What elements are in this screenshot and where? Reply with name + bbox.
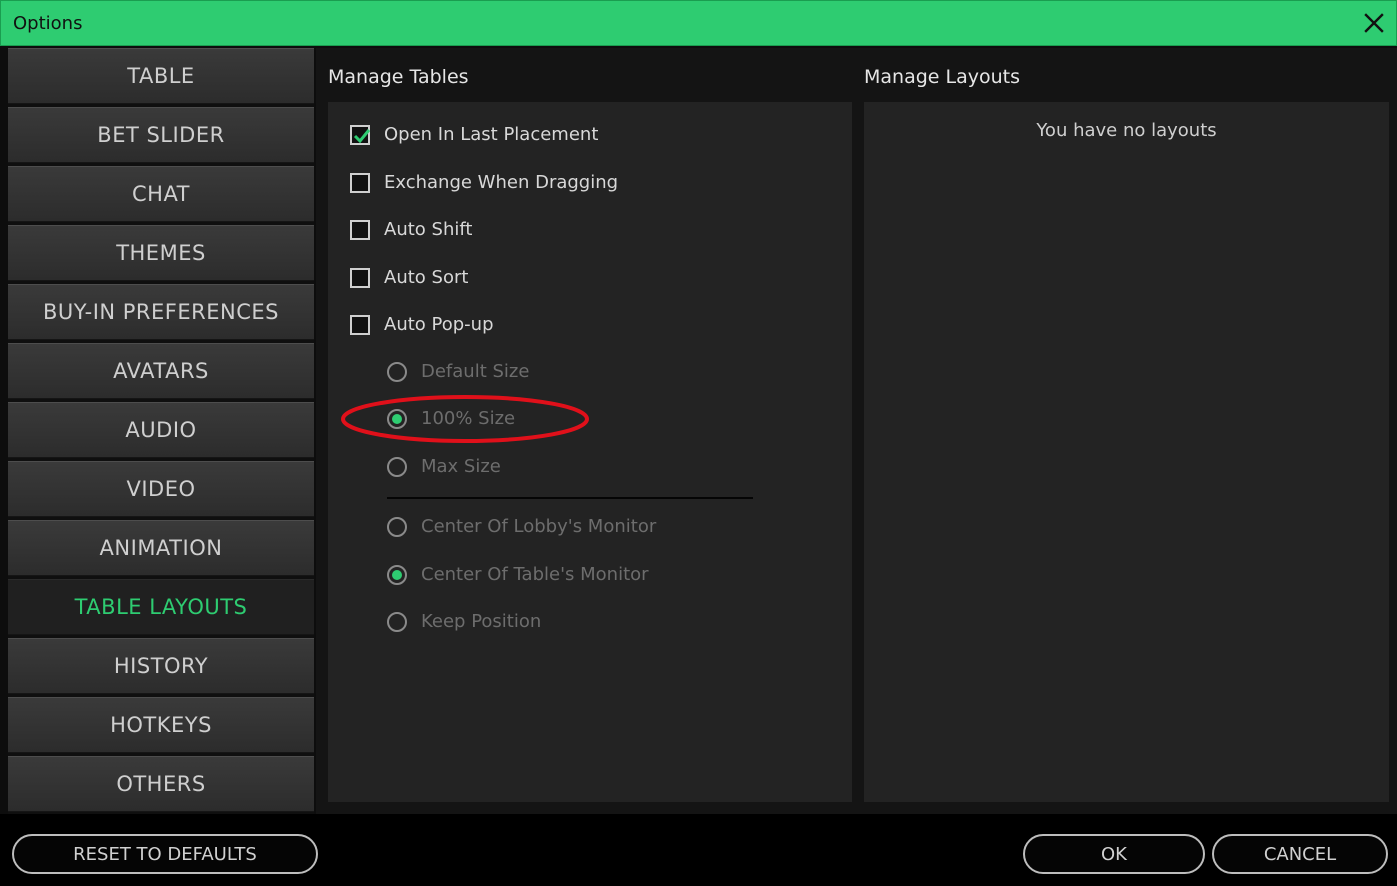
option-label: Open In Last Placement xyxy=(384,124,599,145)
auto-sort-option[interactable]: Auto Sort xyxy=(350,267,468,288)
no-layouts-message: You have no layouts xyxy=(1036,120,1217,141)
option-label: Max Size xyxy=(421,456,501,477)
sidebar-item-history[interactable]: HISTORY xyxy=(8,638,314,694)
100-percent-size-radio[interactable] xyxy=(387,408,407,429)
auto-shift-checkbox[interactable] xyxy=(350,219,370,240)
sidebar-item-video[interactable]: VIDEO xyxy=(8,461,314,517)
options-divider xyxy=(387,497,753,499)
sidebar-item-chat[interactable]: CHAT xyxy=(8,166,314,222)
center-of-lobbys-monitor-radio[interactable] xyxy=(387,516,407,537)
sidebar-item-hotkeys[interactable]: HOTKEYS xyxy=(8,697,314,753)
sidebar-item-label: CHAT xyxy=(131,182,191,206)
sidebar-item-label: BUY-IN PREFERENCES xyxy=(43,300,279,324)
option-label: Exchange When Dragging xyxy=(384,172,619,193)
keep-position-radio[interactable] xyxy=(387,611,407,632)
max-size-option[interactable]: Max Size xyxy=(387,456,501,477)
sidebar-item-animation[interactable]: ANIMATION xyxy=(8,520,314,576)
sidebar-item-label: HISTORY xyxy=(113,654,209,678)
sidebar-item-buy-in-preferences[interactable]: BUY-IN PREFERENCES xyxy=(8,284,314,340)
option-label: Auto Pop-up xyxy=(384,314,494,335)
default-size-option[interactable]: Default Size xyxy=(387,361,529,382)
options-sidebar: TABLE BET SLIDER CHAT THEMES BUY-IN PREF… xyxy=(8,48,314,814)
100-percent-size-option[interactable]: 100% Size xyxy=(387,408,515,429)
auto-pop-up-checkbox[interactable] xyxy=(350,314,370,335)
open-in-last-placement-option[interactable]: Open In Last Placement xyxy=(350,124,598,145)
sidebar-item-label: AVATARS xyxy=(113,359,209,383)
manage-tables-panel xyxy=(328,102,852,802)
default-size-radio[interactable] xyxy=(387,361,407,382)
option-label: Keep Position xyxy=(421,611,542,632)
option-label: Default Size xyxy=(421,361,530,382)
sidebar-item-label: ANIMATION xyxy=(99,536,223,560)
option-label: Center Of Lobby's Monitor xyxy=(421,516,657,537)
window-title: Options xyxy=(13,13,83,34)
center-of-lobbys-monitor-option[interactable]: Center Of Lobby's Monitor xyxy=(387,516,656,537)
cancel-button[interactable]: CANCEL xyxy=(1212,834,1388,874)
sidebar-item-label: THEMES xyxy=(116,241,206,265)
option-label: Auto Shift xyxy=(384,219,473,240)
keep-position-option[interactable]: Keep Position xyxy=(387,611,541,632)
sidebar-item-label: OTHERS xyxy=(116,772,206,796)
auto-shift-option[interactable]: Auto Shift xyxy=(350,219,472,240)
auto-sort-checkbox[interactable] xyxy=(350,267,370,288)
checkmark-icon xyxy=(353,128,371,143)
manage-tables-title: Manage Tables xyxy=(328,66,469,88)
open-in-last-placement-checkbox[interactable] xyxy=(350,124,371,145)
sidebar-item-label: HOTKEYS xyxy=(110,713,212,737)
sidebar-item-label: BET SLIDER xyxy=(97,123,225,147)
ok-button[interactable]: OK xyxy=(1023,834,1205,874)
options-content: Manage Tables Manage Layouts You have no… xyxy=(316,48,1397,814)
close-icon xyxy=(1364,13,1384,33)
sidebar-item-others[interactable]: OTHERS xyxy=(8,756,314,812)
center-of-tables-monitor-option[interactable]: Center Of Table's Monitor xyxy=(387,564,649,585)
dialog-footer: RESET TO DEFAULTS OK CANCEL xyxy=(0,814,1397,886)
close-button[interactable] xyxy=(1360,9,1388,37)
exchange-when-dragging-option[interactable]: Exchange When Dragging xyxy=(350,172,618,193)
reset-to-defaults-button[interactable]: RESET TO DEFAULTS xyxy=(12,834,318,874)
center-of-tables-monitor-radio[interactable] xyxy=(387,564,407,585)
sidebar-item-audio[interactable]: AUDIO xyxy=(8,402,314,458)
sidebar-item-bet-slider[interactable]: BET SLIDER xyxy=(8,107,314,163)
title-bar: Options xyxy=(0,0,1397,46)
option-label: 100% Size xyxy=(421,408,516,429)
sidebar-item-label: TABLE LAYOUTS xyxy=(74,595,248,619)
sidebar-item-label: AUDIO xyxy=(125,418,197,442)
manage-layouts-title: Manage Layouts xyxy=(864,66,1020,88)
sidebar-item-avatars[interactable]: AVATARS xyxy=(8,343,314,399)
sidebar-item-label: VIDEO xyxy=(126,477,196,501)
sidebar-item-table-layouts[interactable]: TABLE LAYOUTS xyxy=(8,579,314,635)
manage-layouts-panel: You have no layouts xyxy=(864,102,1389,802)
sidebar-item-label: TABLE xyxy=(127,64,195,88)
sidebar-item-themes[interactable]: THEMES xyxy=(8,225,314,281)
option-label: Auto Sort xyxy=(384,267,469,288)
option-label: Center Of Table's Monitor xyxy=(421,564,649,585)
sidebar-item-table[interactable]: TABLE xyxy=(8,48,314,104)
auto-pop-up-option[interactable]: Auto Pop-up xyxy=(350,314,494,335)
max-size-radio[interactable] xyxy=(387,456,407,477)
exchange-when-dragging-checkbox[interactable] xyxy=(350,172,370,193)
